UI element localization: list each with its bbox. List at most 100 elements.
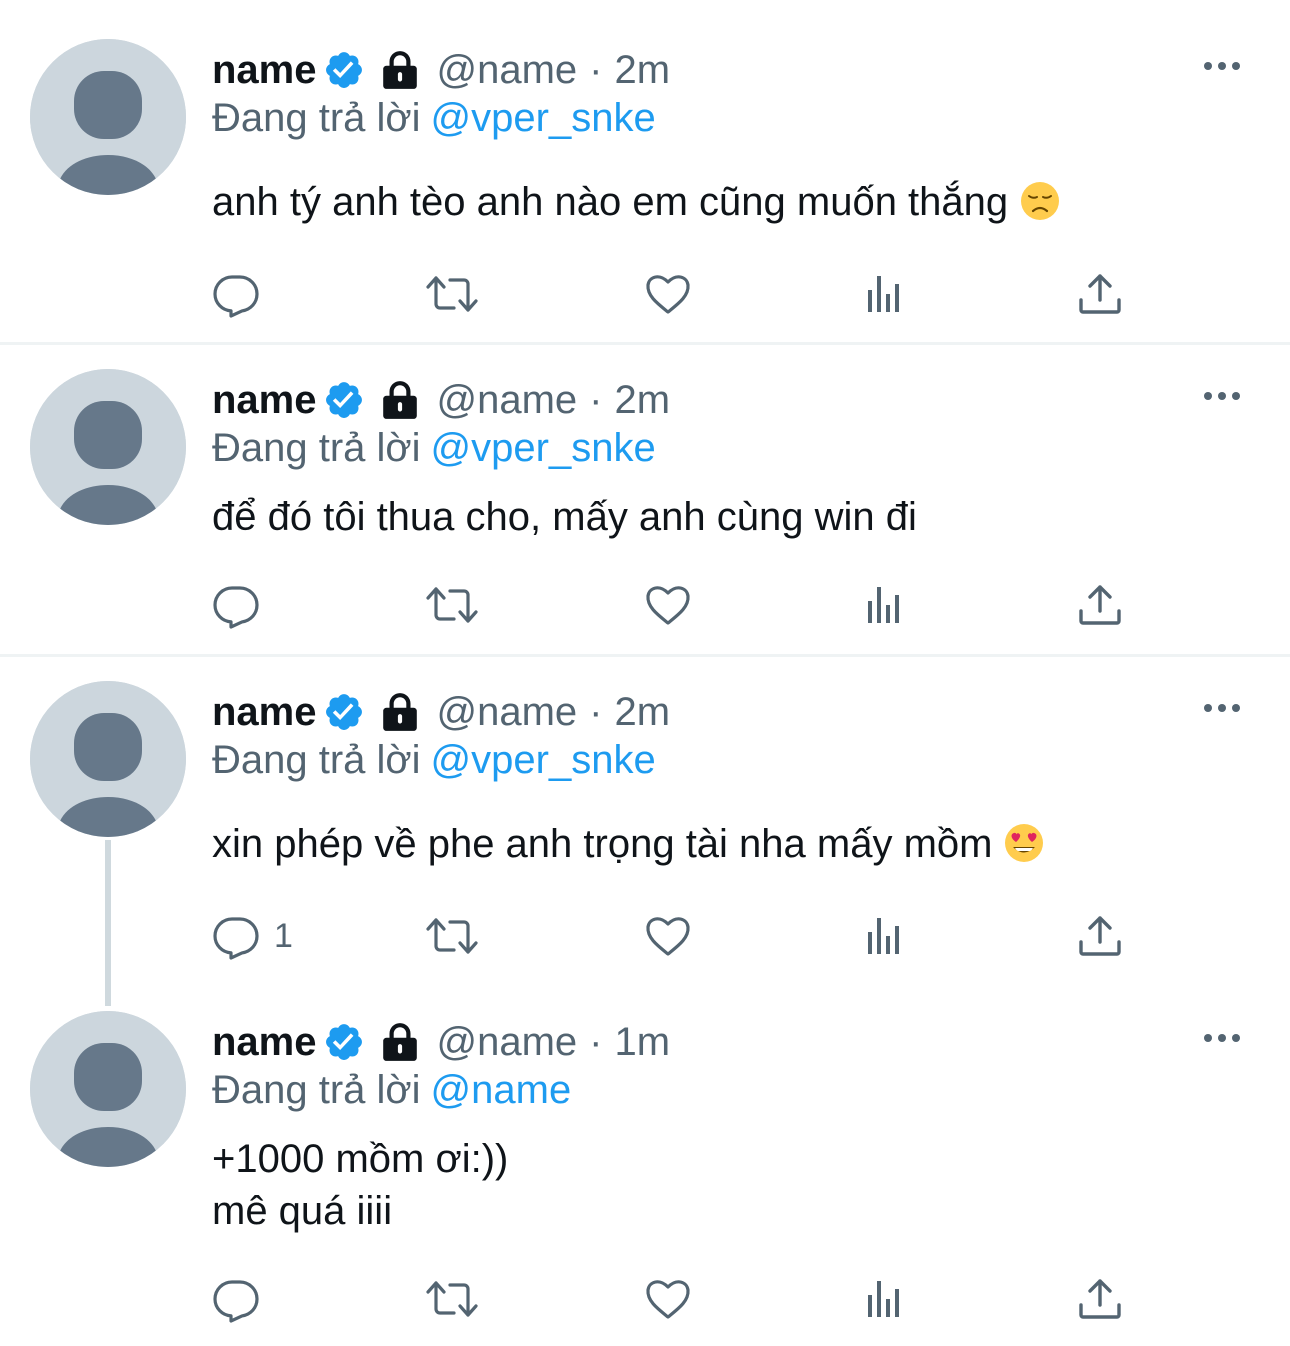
action-bar: [212, 1271, 1142, 1327]
tweet[interactable]: name @name · 1m Đang trả lời @name +1000 …: [0, 987, 1290, 1346]
share-button[interactable]: [1076, 266, 1124, 322]
display-name[interactable]: name: [212, 48, 317, 93]
share-button[interactable]: [1076, 908, 1124, 964]
analytics-icon: [862, 581, 910, 629]
replying-to-label: Đang trả lời: [212, 1068, 421, 1112]
views-button[interactable]: [862, 1271, 910, 1327]
separator: ·: [589, 377, 603, 422]
reply-button[interactable]: 1: [212, 908, 293, 964]
lock-icon: [379, 49, 421, 91]
display-name[interactable]: name: [212, 378, 317, 423]
views-button[interactable]: [862, 908, 910, 964]
verified-badge-icon: [323, 1021, 365, 1063]
retweet-icon: [424, 912, 480, 960]
verified-badge-icon: [323, 379, 365, 421]
reply-icon: [212, 1275, 260, 1323]
analytics-icon: [862, 912, 910, 960]
share-icon: [1076, 270, 1124, 318]
separator: ·: [589, 689, 603, 734]
tweet[interactable]: name @name · 2m Đang trả lời @vper_snke x…: [0, 657, 1290, 987]
tweet-text-line: mê quá iiii: [212, 1189, 393, 1233]
replying-to-label: Đang trả lời: [212, 426, 421, 470]
default-profile-icon: [30, 681, 186, 837]
reply-button[interactable]: [212, 266, 260, 322]
reply-count: 1: [274, 916, 293, 955]
share-icon: [1076, 912, 1124, 960]
share-icon: [1076, 1275, 1124, 1323]
replying-to: Đang trả lời @vper_snke: [212, 426, 656, 471]
analytics-icon: [862, 270, 910, 318]
like-button[interactable]: [644, 577, 692, 633]
timestamp[interactable]: 1m: [615, 1020, 671, 1065]
tweet-text: +1000 mồm ơi:)) mê quá iiii: [212, 1133, 508, 1237]
lock-icon: [379, 1021, 421, 1063]
retweet-icon: [424, 270, 480, 318]
replying-to-label: Đang trả lời: [212, 738, 421, 782]
tweet-header: name @name · 2m: [212, 372, 670, 428]
timestamp[interactable]: 2m: [615, 48, 671, 93]
more-options-icon[interactable]: [1204, 62, 1240, 70]
tweet-text: để đó tôi thua cho, mấy anh cùng win đi: [212, 491, 917, 543]
heart-icon: [644, 912, 692, 960]
mention-link[interactable]: @name: [431, 1068, 572, 1112]
like-button[interactable]: [644, 1271, 692, 1327]
replying-to: Đang trả lời @vper_snke: [212, 96, 656, 141]
replying-to-label: Đang trả lời: [212, 96, 421, 140]
tweet-text-content: để đó tôi thua cho, mấy anh cùng win đi: [212, 495, 917, 539]
tweet-header: name @name · 2m: [212, 42, 670, 98]
more-options-icon[interactable]: [1204, 392, 1240, 400]
avatar[interactable]: [30, 1011, 186, 1167]
analytics-icon: [862, 1275, 910, 1323]
heart-eyes-face-icon: [1004, 823, 1044, 876]
tweet-header: name @name · 2m: [212, 684, 670, 740]
lock-icon: [379, 379, 421, 421]
user-handle[interactable]: @name: [437, 690, 578, 735]
user-handle[interactable]: @name: [437, 1020, 578, 1065]
tweet[interactable]: name @name · 2m Đang trả lời @vper_snke a…: [0, 0, 1290, 342]
reply-button[interactable]: [212, 577, 260, 633]
tweet-text-content: anh tý anh tèo anh nào em cũng muốn thắn…: [212, 180, 1009, 224]
timestamp[interactable]: 2m: [615, 690, 671, 735]
mention-link[interactable]: @vper_snke: [431, 96, 656, 140]
disappointed-face-icon: [1020, 181, 1060, 234]
reply-icon: [212, 270, 260, 318]
views-button[interactable]: [862, 577, 910, 633]
verified-badge-icon: [323, 49, 365, 91]
user-handle[interactable]: @name: [437, 48, 578, 93]
display-name[interactable]: name: [212, 690, 317, 735]
replying-to: Đang trả lời @vper_snke: [212, 738, 656, 783]
tweet-text: xin phép về phe anh trọng tài nha mấy mồ…: [212, 818, 1044, 876]
retweet-button[interactable]: [424, 1271, 480, 1327]
more-options-icon[interactable]: [1204, 1034, 1240, 1042]
like-button[interactable]: [644, 266, 692, 322]
mention-link[interactable]: @vper_snke: [431, 426, 656, 470]
avatar[interactable]: [30, 681, 186, 837]
avatar[interactable]: [30, 39, 186, 195]
more-options-icon[interactable]: [1204, 704, 1240, 712]
heart-icon: [644, 1275, 692, 1323]
user-handle[interactable]: @name: [437, 378, 578, 423]
default-profile-icon: [30, 39, 186, 195]
share-button[interactable]: [1076, 577, 1124, 633]
reply-button[interactable]: [212, 1271, 260, 1327]
retweet-button[interactable]: [424, 577, 480, 633]
mention-link[interactable]: @vper_snke: [431, 738, 656, 782]
heart-icon: [644, 581, 692, 629]
avatar[interactable]: [30, 369, 186, 525]
share-button[interactable]: [1076, 1271, 1124, 1327]
tweet[interactable]: name @name · 2m Đang trả lời @vper_snke đ…: [0, 345, 1290, 654]
like-button[interactable]: [644, 908, 692, 964]
default-profile-icon: [30, 369, 186, 525]
display-name[interactable]: name: [212, 1020, 317, 1065]
retweet-icon: [424, 581, 480, 629]
reply-feed: name @name · 2m Đang trả lời @vper_snke a…: [0, 0, 1290, 1346]
heart-icon: [644, 270, 692, 318]
action-bar: [212, 266, 1142, 322]
retweet-button[interactable]: [424, 908, 480, 964]
retweet-button[interactable]: [424, 266, 480, 322]
action-bar: [212, 577, 1142, 633]
retweet-icon: [424, 1275, 480, 1323]
views-button[interactable]: [862, 266, 910, 322]
timestamp[interactable]: 2m: [615, 378, 671, 423]
lock-icon: [379, 691, 421, 733]
